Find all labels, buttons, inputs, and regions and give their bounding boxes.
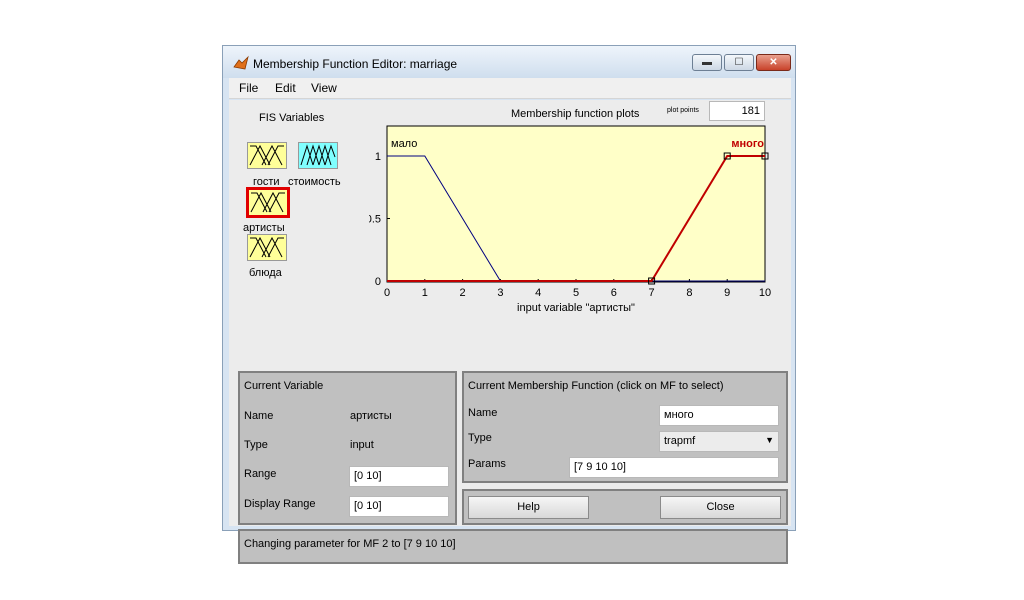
fis-variable-input-3[interactable]: [247, 234, 287, 261]
plot-axes-area: [386, 125, 766, 283]
x-tick-label: 4: [535, 287, 541, 299]
fis-variable-label: артисты: [243, 222, 285, 234]
mf-name-input[interactable]: много: [659, 405, 779, 426]
menu-edit[interactable]: Edit: [275, 81, 296, 95]
current-mf-header: Current Membership Function (click on MF…: [468, 380, 724, 392]
help-button[interactable]: Help: [468, 496, 589, 519]
variable-type-label: Type: [244, 439, 268, 451]
mf-icon: [298, 142, 338, 169]
fis-variables-header: FIS Variables: [259, 112, 325, 124]
range-input[interactable]: [0 10]: [349, 466, 449, 487]
matlab-app-icon: [233, 55, 249, 71]
x-tick-label: 7: [649, 287, 655, 299]
y-tick-label: 0.5: [369, 214, 381, 226]
fis-variable-input-1[interactable]: [247, 142, 287, 169]
variable-type-value: input: [350, 439, 374, 451]
mf-label[interactable]: много: [731, 138, 764, 150]
range-label: Range: [244, 468, 277, 480]
x-tick-label: 9: [724, 287, 730, 299]
mf-label[interactable]: мало: [391, 138, 417, 150]
mf-type-value: trapmf: [664, 435, 696, 447]
x-tick-label: 1: [422, 287, 428, 299]
display-range-label: Display Range: [244, 498, 316, 510]
plot-points-label: plot points: [667, 107, 699, 114]
x-tick-label: 8: [686, 287, 692, 299]
fis-variable-label: блюда: [249, 267, 282, 279]
display-range-input[interactable]: [0 10]: [349, 496, 449, 517]
mf-name-label: Name: [468, 407, 498, 419]
close-window-button[interactable]: ✕: [756, 54, 791, 71]
minimize-button[interactable]: ▬: [692, 54, 722, 71]
maximize-button[interactable]: ☐: [724, 54, 754, 71]
mf-type-select[interactable]: trapmf ▼: [659, 431, 779, 452]
variable-name-value: артисты: [350, 410, 392, 422]
x-tick-label: 5: [573, 287, 579, 299]
mf-plot[interactable]: 0 1 2 3 4 5 6 7 8 9 10 0 0.5 1 мало много input varia…: [369, 124, 781, 314]
variable-name-label: Name: [244, 410, 274, 422]
mf-type-label: Type: [468, 432, 492, 444]
menu-bar: File Edit View: [229, 78, 791, 99]
mf-params-label: Params: [468, 458, 506, 470]
status-text: Changing parameter for MF 2 to [7 9 10 1…: [244, 538, 456, 550]
fis-variable-label: стоимость: [288, 176, 341, 188]
mf-icon: [247, 234, 287, 261]
x-tick-label: 2: [460, 287, 466, 299]
mf-params-input[interactable]: [7 9 10 10]: [569, 457, 779, 478]
menu-view[interactable]: View: [311, 81, 337, 95]
maximize-icon: ☐: [734, 57, 744, 68]
title-bar[interactable]: Membership Function Editor: marriage ▬ ☐…: [223, 46, 795, 78]
x-tick-label: 0: [384, 287, 390, 299]
current-mf-panel: Current Membership Function (click on MF…: [462, 371, 788, 483]
plot-points-input[interactable]: 181: [709, 101, 765, 121]
fis-variable-input-2-selected[interactable]: [246, 187, 290, 218]
menu-file[interactable]: File: [239, 81, 258, 95]
fis-variable-output[interactable]: [298, 142, 338, 169]
current-variable-panel: Current Variable Name артисты Type input…: [238, 371, 457, 525]
x-tick-label: 6: [611, 287, 617, 299]
plot-title: Membership function plots: [511, 108, 640, 120]
window-title: Membership Function Editor: marriage: [253, 57, 458, 71]
status-panel: Changing parameter for MF 2 to [7 9 10 1…: [238, 529, 788, 564]
buttons-panel: Help Close: [462, 489, 788, 525]
mf-editor-window: Membership Function Editor: marriage ▬ ☐…: [222, 45, 796, 564]
x-axis-label: input variable "артисты": [517, 302, 635, 314]
y-tick-label: 0: [375, 276, 381, 288]
close-button[interactable]: Close: [660, 496, 781, 519]
dropdown-arrow-icon: ▼: [765, 435, 774, 445]
editor-client-area: FIS Variables гости стоимость артисты бл…: [229, 100, 791, 564]
x-tick-label: 10: [759, 287, 771, 299]
current-variable-header: Current Variable: [244, 380, 324, 392]
close-icon: ✕: [769, 57, 778, 68]
mf-icon: [249, 190, 287, 215]
y-tick-label: 1: [375, 151, 381, 163]
mf-icon: [247, 142, 287, 169]
x-tick-label: 3: [497, 287, 503, 299]
minimize-icon: ▬: [702, 57, 712, 68]
